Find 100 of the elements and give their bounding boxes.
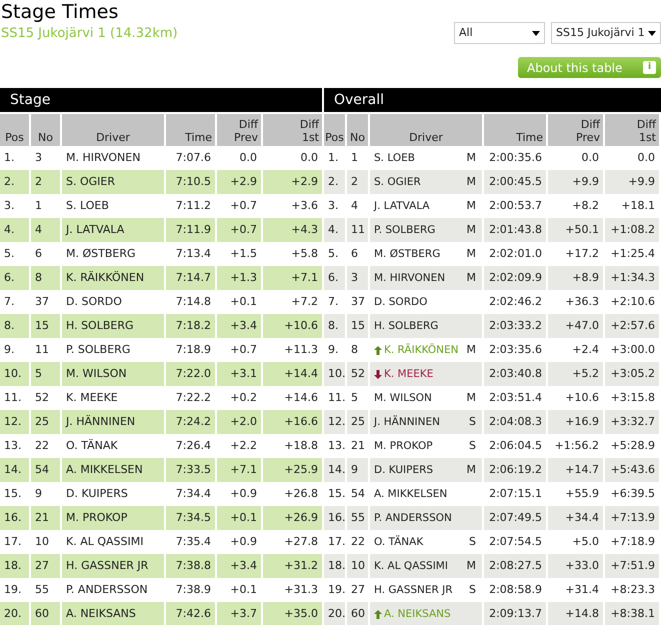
column-header: Diff Prev xyxy=(217,114,263,146)
diff-cell: +14.7 xyxy=(548,458,605,482)
diff-cell: +1.3 xyxy=(217,266,263,290)
caret-icon xyxy=(648,30,656,36)
position-cell: 12. xyxy=(0,410,31,434)
column-header: Pos xyxy=(0,114,31,146)
column-header: Time xyxy=(166,114,217,146)
filter-select[interactable]: All xyxy=(454,22,545,44)
number-cell: 21 xyxy=(31,506,62,530)
down-arrow-icon xyxy=(374,370,382,378)
driver-cell: A. NEIKSANS xyxy=(62,602,166,625)
diff-cell: +2:57.6 xyxy=(605,314,661,338)
diff-cell: +1:08.2 xyxy=(605,218,661,242)
diff-cell: +25.9 xyxy=(263,458,324,482)
class-label: M xyxy=(466,558,476,574)
diff-cell: +3:32.7 xyxy=(605,410,661,434)
driver-name: S. OGIER xyxy=(374,175,421,190)
time-cell: 7:24.2 xyxy=(166,410,217,434)
driver-name: M. ØSTBERG xyxy=(374,247,440,262)
position-cell: 6. xyxy=(324,266,347,290)
number-cell: 27 xyxy=(31,554,62,578)
class-label: M xyxy=(466,390,476,406)
time-cell: 2:03:40.8 xyxy=(484,362,548,386)
position-cell: 16. xyxy=(324,506,347,530)
class-label: M xyxy=(466,150,476,166)
column-header: No xyxy=(31,114,62,146)
diff-cell: +9.9 xyxy=(548,170,605,194)
number-cell: 52 xyxy=(347,362,370,386)
section-header: Overall xyxy=(324,88,661,112)
time-cell: 7:33.5 xyxy=(166,458,217,482)
class-label: M xyxy=(466,342,476,358)
driver-name: J. LATVALA xyxy=(374,199,430,214)
time-cell: 2:04:08.3 xyxy=(484,410,548,434)
diff-cell: +10.6 xyxy=(263,314,324,338)
driver-name: A. NEIKSANS xyxy=(384,607,451,622)
time-cell: 7:22.0 xyxy=(166,362,217,386)
diff-cell: +1:34.3 xyxy=(605,266,661,290)
column-header: Pos xyxy=(324,114,347,146)
diff-cell: +5:43.6 xyxy=(605,458,661,482)
driver-name: M. HIRVONEN xyxy=(374,271,446,286)
diff-cell: +7:13.9 xyxy=(605,506,661,530)
driver-name: S. LOEB xyxy=(374,151,415,166)
driver-name: M. PROKOP xyxy=(374,439,433,454)
driver-name: D. SORDO xyxy=(374,295,428,310)
number-cell: 60 xyxy=(347,602,370,625)
diff-cell: +8:38.1 xyxy=(605,602,661,625)
number-cell: 10 xyxy=(347,554,370,578)
number-cell: 55 xyxy=(347,506,370,530)
position-cell: 16. xyxy=(0,506,31,530)
diff-cell: +50.1 xyxy=(548,218,605,242)
column-header: No xyxy=(347,114,370,146)
driver-cell: S. OGIER xyxy=(62,170,166,194)
diff-cell: +16.6 xyxy=(263,410,324,434)
diff-cell: +14.8 xyxy=(548,602,605,625)
diff-cell: +8.9 xyxy=(548,266,605,290)
position-cell: 20. xyxy=(0,602,31,625)
diff-cell: +3.7 xyxy=(217,602,263,625)
diff-cell: +0.1 xyxy=(217,506,263,530)
class-label: M xyxy=(466,462,476,478)
time-cell: 7:42.6 xyxy=(166,602,217,625)
number-cell: 2 xyxy=(31,170,62,194)
position-cell: 14. xyxy=(324,458,347,482)
diff-cell: +5.2 xyxy=(548,362,605,386)
time-cell: 2:00:45.5 xyxy=(484,170,548,194)
time-cell: 7:14.7 xyxy=(166,266,217,290)
position-cell: 2. xyxy=(0,170,31,194)
driver-name: A. MIKKELSEN xyxy=(374,487,448,502)
number-cell: 8 xyxy=(31,266,62,290)
filter-select[interactable]: SS15 Jukojärvi 1 xyxy=(551,22,661,44)
driver-name: H. GASSNER JR xyxy=(374,583,453,598)
number-cell: 15 xyxy=(347,314,370,338)
diff-cell: +2.9 xyxy=(263,170,324,194)
position-cell: 10. xyxy=(0,362,31,386)
diff-cell: +3.4 xyxy=(217,554,263,578)
class-label: S xyxy=(469,438,476,454)
time-cell: 2:06:19.2 xyxy=(484,458,548,482)
class-label: S xyxy=(469,534,476,550)
time-cell: 7:34.5 xyxy=(166,506,217,530)
column-header: Driver xyxy=(370,114,484,146)
position-cell: 2. xyxy=(324,170,347,194)
driver-name: M. WILSON xyxy=(374,391,432,406)
diff-cell: +2.0 xyxy=(217,410,263,434)
diff-cell: +3.4 xyxy=(217,314,263,338)
position-cell: 12. xyxy=(324,410,347,434)
number-cell: 60 xyxy=(31,602,62,625)
driver-name: K. AL QASSIMI xyxy=(374,559,448,574)
column-header: Time xyxy=(484,114,548,146)
diff-cell: +26.9 xyxy=(263,506,324,530)
number-cell: 25 xyxy=(347,410,370,434)
diff-cell: +33.0 xyxy=(548,554,605,578)
driver-name: O. TÄNAK xyxy=(374,534,424,550)
number-cell: 9 xyxy=(347,458,370,482)
class-label: M xyxy=(466,222,476,238)
diff-cell: +9.9 xyxy=(605,170,661,194)
driver-name: K. MEEKE xyxy=(384,367,434,382)
diff-cell: +35.0 xyxy=(263,602,324,625)
position-cell: 10. xyxy=(324,362,347,386)
position-cell: 4. xyxy=(324,218,347,242)
driver-cell: K. RÄIKKÖNEN xyxy=(62,266,166,290)
class-label: M xyxy=(466,270,476,286)
